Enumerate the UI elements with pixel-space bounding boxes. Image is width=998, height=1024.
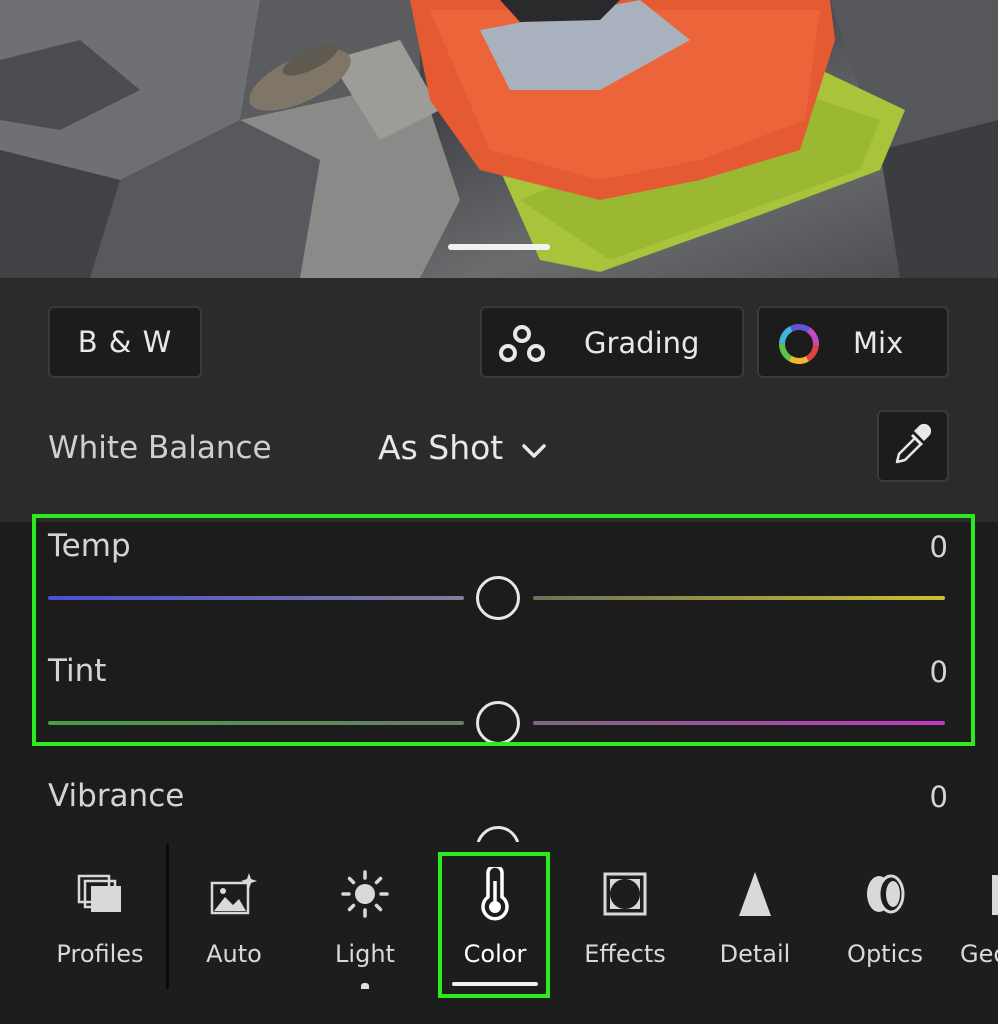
tool-geometry[interactable]: Geo (960, 862, 998, 968)
active-tab-underline (452, 982, 538, 986)
optics-icon (820, 862, 950, 926)
eyedropper-button[interactable] (877, 410, 949, 482)
vibrance-value[interactable]: 0 (930, 780, 948, 814)
grading-icon (498, 324, 546, 371)
white-balance-dropdown[interactable]: As Shot (378, 428, 547, 467)
temp-slider-thumb[interactable] (476, 576, 520, 620)
chevron-down-icon (521, 428, 547, 467)
geometry-icon (960, 862, 998, 926)
tool-detail[interactable]: Detail (690, 862, 820, 968)
grading-button-label: Grading (584, 326, 700, 360)
auto-icon (169, 862, 299, 926)
drag-handle[interactable] (448, 244, 550, 250)
bw-button-label: B & W (77, 325, 173, 359)
light-icon (300, 862, 430, 926)
bw-button[interactable]: B & W (48, 306, 202, 378)
tool-detail-label: Detail (719, 940, 791, 968)
tool-optics[interactable]: Optics (820, 862, 950, 968)
tool-color-label: Color (463, 940, 527, 968)
tool-light[interactable]: Light (300, 862, 430, 968)
tool-effects[interactable]: Effects (560, 862, 690, 968)
tint-value[interactable]: 0 (930, 655, 948, 689)
tool-geometry-label: Geo (960, 940, 998, 968)
tint-label: Tint (48, 653, 107, 689)
white-balance-value: As Shot (378, 428, 504, 467)
tool-auto-label: Auto (206, 940, 262, 968)
tint-track-right[interactable] (533, 721, 945, 725)
detail-icon (690, 862, 820, 926)
photo-preview (0, 0, 998, 278)
profiles-icon (35, 862, 165, 926)
tint-track-left[interactable] (48, 721, 464, 725)
mix-button-label: Mix (853, 326, 904, 360)
temp-label: Temp (48, 528, 131, 564)
tool-color[interactable]: Color (430, 862, 560, 968)
thermometer-icon (430, 862, 560, 926)
tool-light-label: Light (335, 940, 395, 968)
white-balance-label: White Balance (48, 430, 272, 466)
temp-track-right[interactable] (533, 596, 945, 600)
tool-effects-label: Effects (584, 940, 666, 968)
mix-button[interactable]: Mix (757, 306, 949, 378)
light-indicator-dot (361, 983, 369, 989)
tool-profiles-label: Profiles (56, 940, 144, 968)
tool-profiles[interactable]: Profiles (35, 862, 165, 968)
grading-button[interactable]: Grading (480, 306, 744, 378)
vibrance-label: Vibrance (48, 778, 185, 814)
tool-auto[interactable]: Auto (169, 862, 299, 968)
eyedropper-icon (893, 422, 933, 470)
tool-optics-label: Optics (847, 940, 923, 968)
color-wheel-icon (777, 322, 821, 373)
photo-image (0, 0, 998, 278)
temp-value[interactable]: 0 (930, 530, 948, 564)
tint-slider-thumb[interactable] (476, 701, 520, 745)
effects-icon (560, 862, 690, 926)
temp-track-left[interactable] (48, 596, 464, 600)
